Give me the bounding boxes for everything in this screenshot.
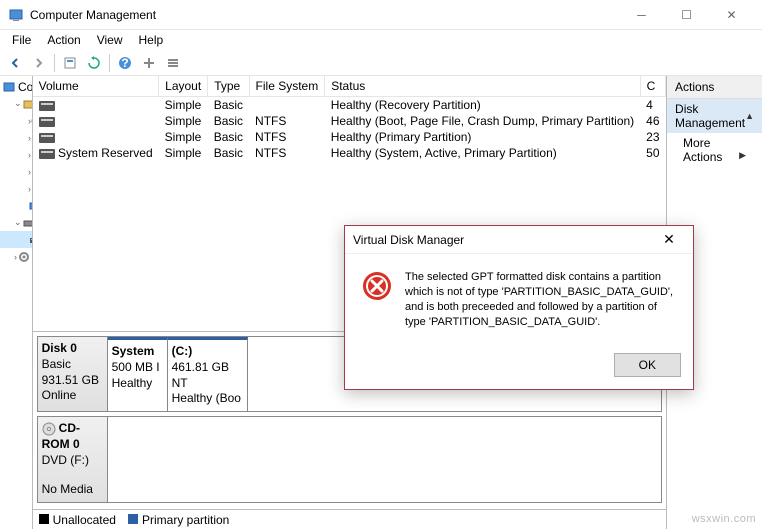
toolbar: ? [0,50,762,76]
tree-root-label: Computer Management (Local [18,80,33,94]
legend-primary-swatch [128,514,138,524]
actions-more[interactable]: More Actions ▶ [667,133,762,167]
tree-task-scheduler[interactable]: ›Task Scheduler [0,112,32,129]
ok-button[interactable]: OK [614,353,681,377]
disk-icon [39,117,55,127]
app-icon [8,7,24,23]
menu-action[interactable]: Action [39,31,88,49]
volume-row[interactable]: System ReservedSimpleBasicNTFSHealthy (S… [33,145,666,161]
legend: Unallocated Primary partition [33,509,666,529]
actions-context[interactable]: Disk Management ▲ [667,99,762,133]
tree-services[interactable]: ›Services and Applications [0,248,32,265]
col-c[interactable]: C [640,76,665,97]
disk-icon [39,101,55,111]
submenu-arrow-icon: ▶ [739,150,746,161]
partition-c[interactable]: (C:) 461.81 GB NT Healthy (Boo [168,337,248,411]
help-button[interactable]: ? [114,52,136,74]
tree-shared-folders[interactable]: ›Shared Folders [0,146,32,163]
properties-button[interactable] [59,52,81,74]
forward-button[interactable] [28,52,50,74]
disk-icon [39,133,55,143]
tree-event-viewer[interactable]: ›Event Viewer [0,129,32,146]
collapse-icon[interactable]: ⌄ [14,98,22,109]
watermark: wsxwin.com [692,513,756,525]
tree-system-tools[interactable]: ⌄ System Tools [0,95,32,112]
dialog-message: The selected GPT formatted disk contains… [405,270,677,329]
collapse-arrow-icon: ▲ [745,111,754,121]
collapse-icon[interactable]: ⌄ [14,217,22,228]
dialog-title: Virtual Disk Manager [353,233,653,247]
dialog-close-button[interactable]: ✕ [653,231,685,248]
col-layout[interactable]: Layout [159,76,208,97]
close-button[interactable]: ✕ [709,0,754,29]
cdrom-row[interactable]: CD-ROM 0 DVD (F:) No Media [37,416,662,503]
window-title: Computer Management [30,8,619,22]
tree-local-users[interactable]: ›Local Users and Groups [0,163,32,180]
tree-disk-management[interactable]: Disk Management [0,231,32,248]
refresh-button[interactable] [83,52,105,74]
menu-view[interactable]: View [89,31,131,49]
titlebar: Computer Management ─ ☐ ✕ [0,0,762,30]
menu-file[interactable]: File [4,31,39,49]
col-fs[interactable]: File System [249,76,325,97]
volume-row[interactable]: SimpleBasicNTFSHealthy (Primary Partitio… [33,129,666,145]
toolbar-sep [54,54,55,72]
error-dialog: Virtual Disk Manager ✕ The selected GPT … [344,225,694,390]
col-type[interactable]: Type [208,76,249,97]
disk-icon [39,149,55,159]
cdrom-empty [108,417,661,502]
tree-storage[interactable]: ⌄Storage [0,214,32,231]
volume-row[interactable]: SimpleBasicHealthy (Recovery Partition)4 [33,97,666,114]
settings-button[interactable] [138,52,160,74]
cdrom-icon [42,422,56,436]
col-volume[interactable]: Volume [33,76,159,97]
actions-header: Actions [667,76,762,99]
disk-0-label: Disk 0 Basic 931.51 GB Online [38,337,108,411]
volume-row[interactable]: SimpleBasicNTFSHealthy (Boot, Page File,… [33,113,666,129]
tree-performance[interactable]: ›Performance [0,180,32,197]
menubar: File Action View Help [0,30,762,50]
menu-help[interactable]: Help [131,31,172,49]
maximize-button[interactable]: ☐ [664,0,709,29]
tree-panel: Computer Management (Local ⌄ System Tool… [0,76,33,529]
dialog-titlebar[interactable]: Virtual Disk Manager ✕ [345,226,693,254]
tree-root[interactable]: Computer Management (Local [0,78,32,95]
list-button[interactable] [162,52,184,74]
svg-text:?: ? [121,56,128,70]
col-status[interactable]: Status [325,76,640,97]
toolbar-sep2 [109,54,110,72]
error-icon [361,270,393,302]
minimize-button[interactable]: ─ [619,0,664,29]
legend-unallocated-swatch [39,514,49,524]
back-button[interactable] [4,52,26,74]
cdrom-label: CD-ROM 0 DVD (F:) No Media [38,417,108,502]
tree-device-manager[interactable]: Device Manager [0,197,32,214]
partition-system[interactable]: System 500 MB I Healthy [108,337,168,411]
